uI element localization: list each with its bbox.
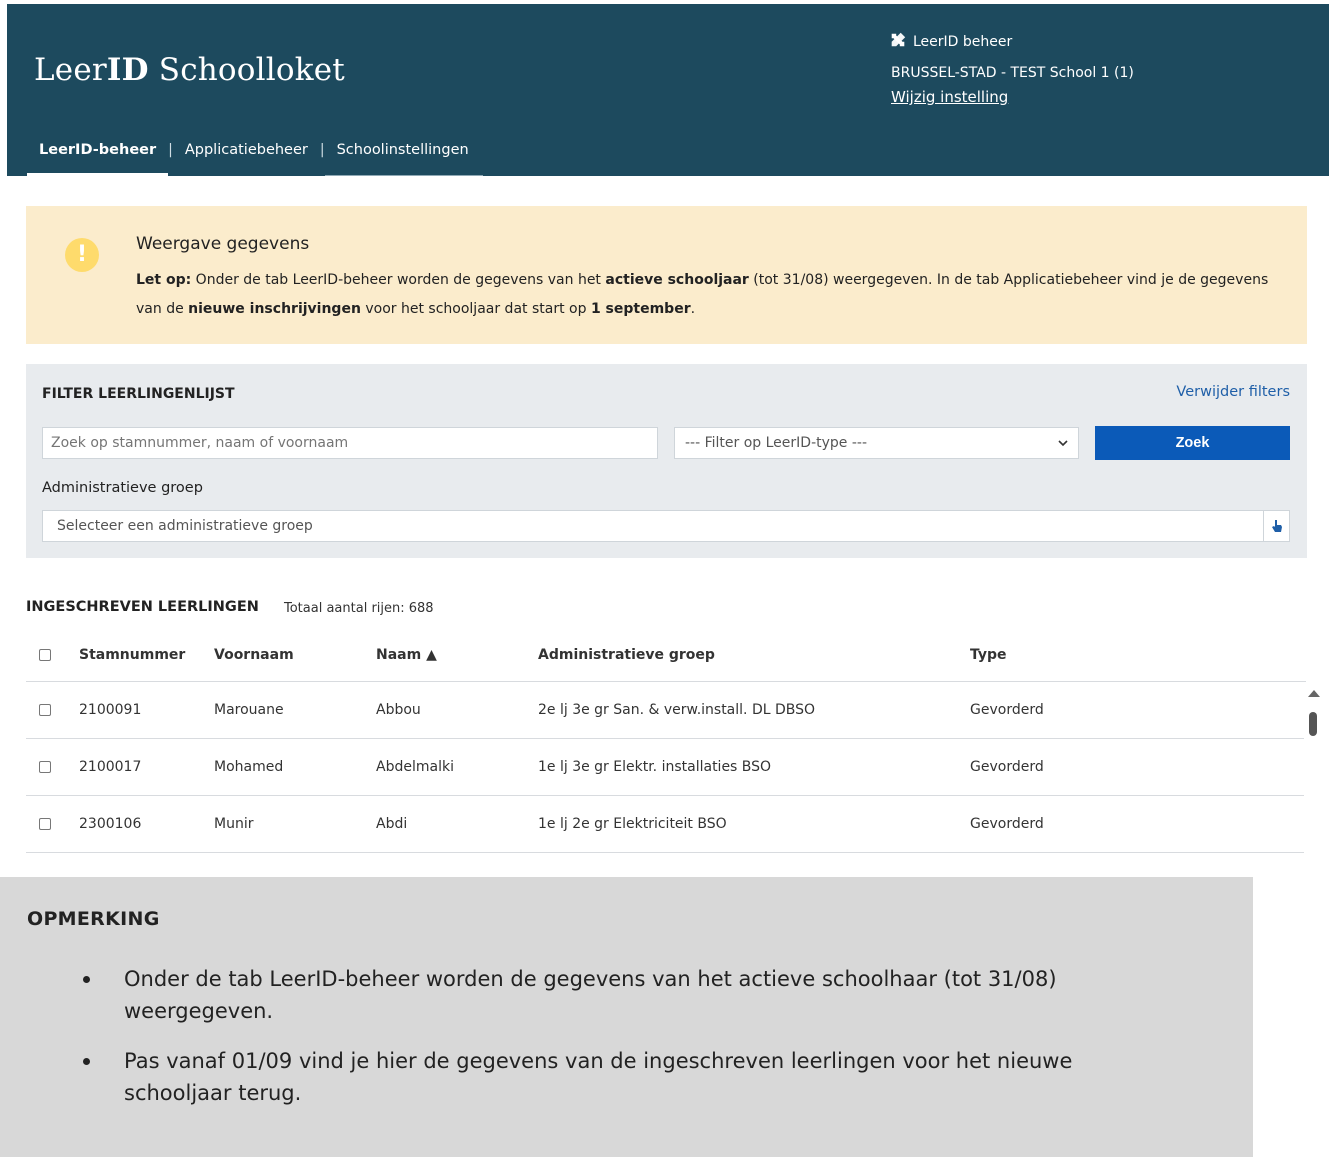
administrative-group-select[interactable]: Selecteer een administratieve groep (42, 510, 1290, 542)
app-logo[interactable]: LeerID Schoolloket (34, 52, 345, 88)
remark-title: OPMERKING (27, 908, 160, 930)
brand-bold: ID (106, 52, 149, 88)
tab-schoolinstellingen[interactable]: Schoolinstellingen (324, 134, 483, 176)
table-row[interactable]: 2300106 Munir Abdi 1e lj 2e gr Elektrici… (26, 796, 1304, 853)
group-select-placeholder: Selecteer een administratieve groep (57, 518, 313, 534)
table-row[interactable]: 2100091 Marouane Abbou 2e lj 3e gr San. … (26, 682, 1304, 739)
row-checkbox[interactable] (39, 704, 51, 716)
table-row[interactable]: 2100017 Mohamed Abdelmalki 1e lj 3e gr E… (26, 739, 1304, 796)
alert-body: Let op: Onder de tab LeerID-beheer worde… (136, 266, 1296, 324)
filter-title: FILTER LEERLINGENLIJST (42, 386, 235, 402)
list-item: Pas vanaf 01/09 vind je hier de gegevens… (75, 1045, 1175, 1109)
row-count: Totaal aantal rijen: 688 (284, 601, 434, 616)
group-label: Administratieve groep (42, 480, 203, 496)
cell-voornaam: Mohamed (214, 759, 284, 775)
scrollbar-thumb[interactable] (1309, 712, 1317, 736)
leerid-admin-link[interactable]: LeerID beheer (889, 31, 1012, 53)
pointer-hand-icon[interactable] (1263, 511, 1289, 541)
students-table: Stamnummer Voornaam Naam ▲ Administratie… (26, 628, 1306, 853)
remark-box: OPMERKING Onder de tab LeerID-beheer wor… (0, 877, 1253, 1157)
column-administratieve-groep[interactable]: Administratieve groep (538, 647, 970, 663)
remark-list: Onder de tab LeerID-beheer worden de geg… (75, 963, 1175, 1127)
cell-type: Gevorderd (970, 816, 1044, 832)
brand-suffix: Schoolloket (148, 52, 345, 88)
remark-text: Pas vanaf 01/09 vind je hier de gegevens… (124, 1049, 1073, 1105)
column-voornaam[interactable]: Voornaam (214, 647, 376, 663)
remove-filters-link[interactable]: Verwijder filters (1176, 384, 1290, 400)
type-select-value: --- Filter op LeerID-type --- (685, 435, 868, 451)
app-header: LeerID Schoolloket LeerID beheer BRUSSEL… (7, 4, 1329, 176)
alert-bold: nieuwe inschrijvingen (188, 301, 361, 317)
column-naam-sorted[interactable]: Naam ▲ (376, 647, 538, 663)
alert-text: voor het schooljaar dat start op (360, 301, 591, 317)
students-list-title: INGESCHREVEN LEERLINGEN (26, 599, 259, 615)
cell-stamnummer: 2100017 (79, 759, 142, 775)
leerid-type-select[interactable]: --- Filter op LeerID-type --- (674, 427, 1079, 459)
column-type[interactable]: Type (970, 647, 1120, 663)
table-scrollbar[interactable] (1306, 690, 1320, 850)
info-alert: ! Weergave gegevens Let op: Onder de tab… (26, 206, 1307, 344)
alert-bold: 1 september (590, 301, 691, 317)
cell-groep: 1e lj 2e gr Elektriciteit BSO (538, 816, 727, 832)
search-button[interactable]: Zoek (1095, 426, 1290, 460)
bullet-icon (83, 1058, 90, 1065)
cell-stamnummer: 2100091 (79, 702, 142, 718)
tab-applicatiebeheer[interactable]: Applicatiebeheer (173, 134, 320, 176)
filter-panel: FILTER LEERLINGENLIJST Verwijder filters… (26, 364, 1307, 558)
alert-text: Onder de tab LeerID-beheer worden de geg… (191, 272, 606, 288)
alert-bold: actieve schooljaar (605, 272, 749, 288)
cell-groep: 2e lj 3e gr San. & verw.install. DL DBSO (538, 702, 816, 718)
warning-icon: ! (65, 238, 99, 272)
brand-prefix: Leer (34, 52, 107, 88)
cell-naam: Abdelmalki (376, 759, 454, 775)
cell-groep: 1e lj 3e gr Elektr. installaties BSO (538, 759, 772, 775)
scroll-up-icon[interactable] (1308, 690, 1320, 697)
remark-text: Onder de tab LeerID-beheer worden de geg… (124, 967, 1057, 1023)
alert-title: Weergave gegevens (136, 234, 310, 254)
change-setting-link[interactable]: Wijzig instelling (891, 88, 1008, 106)
column-stamnummer[interactable]: Stamnummer (79, 647, 214, 663)
search-input[interactable] (42, 427, 658, 459)
chevron-down-icon (1058, 437, 1068, 450)
bullet-icon (83, 976, 90, 983)
list-item: Onder de tab LeerID-beheer worden de geg… (75, 963, 1175, 1027)
cell-naam: Abbou (376, 702, 421, 718)
row-checkbox[interactable] (39, 761, 51, 773)
tab-leerid-beheer[interactable]: LeerID-beheer (27, 134, 169, 176)
cell-naam: Abdi (376, 816, 408, 832)
tools-icon (889, 31, 907, 53)
table-header: Stamnummer Voornaam Naam ▲ Administratie… (26, 628, 1306, 682)
cell-stamnummer: 2300106 (79, 816, 142, 832)
cell-type: Gevorderd (970, 759, 1044, 775)
select-all-checkbox[interactable] (39, 648, 51, 661)
cell-type: Gevorderd (970, 702, 1044, 718)
admin-label: LeerID beheer (913, 34, 1013, 50)
school-name: BRUSSEL-STAD - TEST School 1 (1) (891, 65, 1134, 81)
cell-voornaam: Munir (214, 816, 254, 832)
cell-voornaam: Marouane (214, 702, 284, 718)
alert-text: . (690, 301, 696, 317)
alert-lead: Let op: (136, 272, 192, 288)
main-tabs: LeerID-beheer | Applicatiebeheer | Schoo… (27, 134, 483, 176)
row-checkbox[interactable] (39, 818, 51, 830)
